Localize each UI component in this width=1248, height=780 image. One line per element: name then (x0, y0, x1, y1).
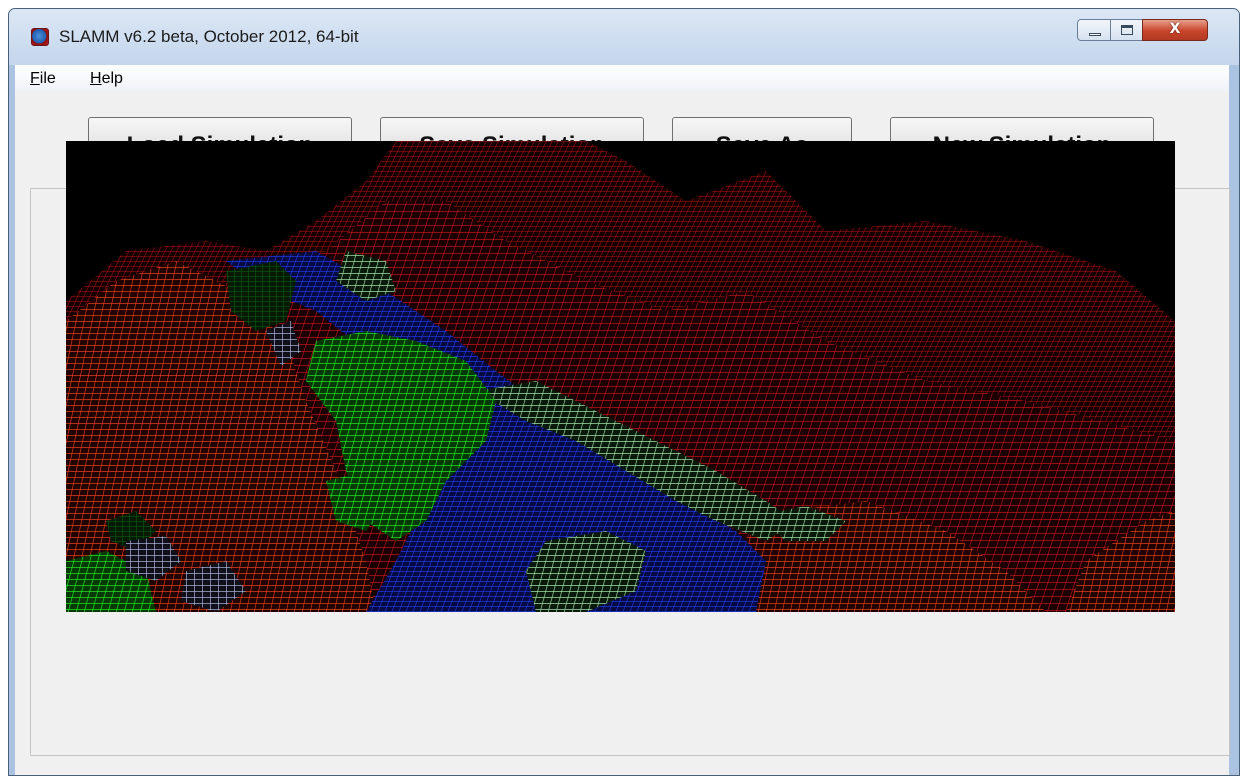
menu-file-accel: F (30, 70, 40, 87)
globe-icon[interactable] (31, 28, 49, 46)
close-button[interactable]: X (1142, 19, 1208, 41)
minimize-button[interactable] (1077, 19, 1111, 41)
menu-help-label: elp (101, 70, 123, 87)
terrain-wireframe (66, 141, 1175, 612)
menu-file[interactable]: File (30, 70, 56, 88)
menu-bar: File Help (15, 65, 1229, 92)
maximize-icon (1121, 25, 1133, 35)
maximize-button[interactable] (1110, 19, 1143, 41)
window-title: SLAMM v6.2 beta, October 2012, 64-bit (59, 27, 359, 46)
menu-help-accel: H (90, 70, 102, 87)
minimize-icon (1089, 33, 1101, 36)
menu-file-label: ile (39, 70, 56, 87)
menu-help[interactable]: Help (90, 70, 123, 88)
close-icon: X (1169, 21, 1181, 37)
title-bar[interactable]: SLAMM v6.2 beta, October 2012, 64-bit X (9, 9, 1239, 65)
status-bar (15, 769, 1229, 775)
terrain-3d-viewport[interactable] (66, 141, 1175, 612)
